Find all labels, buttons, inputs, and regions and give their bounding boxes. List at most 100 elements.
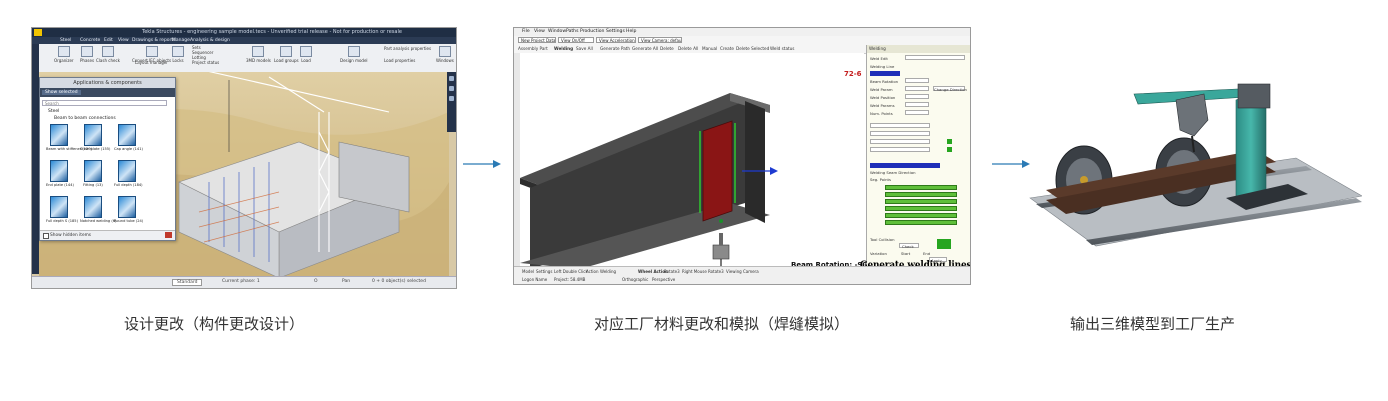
- end-label: End: [923, 251, 931, 256]
- component-thumbnail: [118, 196, 136, 218]
- tree-item-steel[interactable]: Steel: [48, 109, 59, 114]
- weld-selection-bar[interactable]: [870, 163, 940, 168]
- weld-detail-field[interactable]: [870, 147, 930, 152]
- beam-rotation-field[interactable]: [905, 78, 929, 83]
- weld-segment-row[interactable]: [885, 206, 957, 211]
- weld-params-field[interactable]: [905, 102, 929, 107]
- menu-settings[interactable]: Settings: [606, 29, 625, 34]
- show-selected-button[interactable]: Show selected: [42, 90, 81, 95]
- menu-help[interactable]: Help: [626, 29, 636, 34]
- generate-all-button[interactable]: Generate All: [632, 46, 658, 51]
- weld-segment-row[interactable]: [885, 192, 957, 197]
- logon-name-label: Logon Name: [522, 277, 548, 282]
- weld-edit-field[interactable]: [905, 55, 965, 60]
- menu-concrete[interactable]: Concrete: [80, 38, 100, 43]
- component-beam-stiffener[interactable]: Beam with stiffener (129): [46, 124, 92, 151]
- tree-item-beam-to-beam[interactable]: Beam to beam connections: [54, 116, 116, 121]
- component-end-plate[interactable]: End plate (144): [46, 160, 74, 187]
- assembly-part-button[interactable]: Assembly Part: [518, 46, 548, 51]
- catalog-close-button[interactable]: [165, 232, 172, 238]
- phases-button[interactable]: Phases: [80, 46, 94, 63]
- view-onoff-select[interactable]: View On/Off: [558, 37, 594, 43]
- menu-production[interactable]: Production: [580, 29, 604, 34]
- save-all-button[interactable]: Save All: [576, 46, 593, 51]
- component-full-depth-s[interactable]: Full depth S (185): [46, 196, 78, 223]
- orthographic-button[interactable]: Orthographic: [622, 277, 648, 282]
- component-round-tube[interactable]: Round tube (24): [114, 196, 143, 223]
- welding-button[interactable]: Welding: [554, 46, 573, 51]
- component-label: Fitting (13): [83, 183, 103, 187]
- status-green-indicator: [947, 147, 952, 152]
- locks-button[interactable]: Locks: [172, 46, 184, 63]
- component-stem-plate[interactable]: Stem plate (155): [80, 124, 110, 151]
- menu-paths[interactable]: Paths: [566, 29, 579, 34]
- project-data-select[interactable]: New Project Data: [518, 37, 556, 43]
- generate-path-button[interactable]: Generate Path: [600, 46, 630, 51]
- create-button[interactable]: Create: [720, 46, 734, 51]
- menu-edit[interactable]: Edit: [104, 38, 113, 43]
- component-full-depth[interactable]: Full depth (184): [114, 160, 143, 187]
- collision-ok-indicator: [937, 239, 951, 249]
- menu-manage[interactable]: Manage: [172, 38, 190, 43]
- tab-settings[interactable]: Settings: [536, 269, 552, 274]
- delete-button[interactable]: Delete: [660, 46, 674, 51]
- layers-icon[interactable]: [449, 86, 454, 91]
- status-standard-select[interactable]: Standard: [172, 279, 203, 286]
- weld-segment-row[interactable]: [885, 199, 957, 204]
- project-status-button[interactable]: Project status: [192, 60, 219, 65]
- beam-reference-field[interactable]: [870, 123, 930, 128]
- component-cap-angle[interactable]: Cap angle (141): [114, 124, 143, 151]
- load-properties-label: Load properties: [384, 58, 416, 63]
- properties-icon[interactable]: [449, 96, 454, 101]
- status-o: O: [314, 279, 318, 284]
- beam-rotation-prop-label: Beam Rotation: [870, 79, 899, 84]
- status-phase: Current phase: 1: [222, 279, 260, 284]
- bottom-status-bar: Model Settings Left Double Click Action …: [514, 266, 970, 284]
- 3md-models-button[interactable]: 3MD models: [246, 46, 271, 63]
- delete-selected-button[interactable]: Delete Selected: [736, 46, 769, 51]
- num-points-field[interactable]: [905, 110, 929, 115]
- menu-steel[interactable]: Steel: [60, 38, 71, 43]
- clash-check-button[interactable]: Clash check: [96, 46, 120, 63]
- show-hidden-checkbox[interactable]: [43, 233, 49, 239]
- welding-panel-header: Welding: [867, 45, 970, 53]
- menu-analysis-design[interactable]: Analysis & design: [190, 38, 230, 43]
- show-hidden-label: Show hidden items: [50, 233, 92, 238]
- perspective-button[interactable]: Perspective: [652, 277, 675, 282]
- menu-view[interactable]: View: [534, 29, 545, 34]
- layout-manager-button[interactable]: Layout manager: [135, 60, 168, 65]
- menu-window[interactable]: Window: [548, 29, 566, 34]
- beam-3d-viewport[interactable]: [520, 53, 864, 269]
- component-notched-welding[interactable]: Notched welding (6): [80, 196, 116, 223]
- weld-segment-row[interactable]: [885, 220, 957, 225]
- settings-icon[interactable]: [449, 76, 454, 81]
- tab-model[interactable]: Model: [522, 269, 534, 274]
- weld-edit-label: Weld Edit: [870, 56, 888, 61]
- load-groups-button[interactable]: Load groups: [274, 46, 299, 63]
- view-accel-select[interactable]: View Acceleration: [596, 37, 636, 43]
- catalog-search-input[interactable]: Search: [42, 100, 167, 106]
- load-properties-button[interactable]: Load properties: [384, 58, 415, 63]
- organizer-button[interactable]: Organizer: [54, 46, 74, 63]
- weld-source-field[interactable]: [870, 131, 930, 136]
- manual-button[interactable]: Manual: [702, 46, 717, 51]
- weld-param-field[interactable]: [905, 86, 929, 91]
- weld-segment-row[interactable]: [885, 213, 957, 218]
- delete-all-button[interactable]: Delete All: [678, 46, 698, 51]
- component-fitting[interactable]: Fitting (13): [80, 160, 106, 187]
- component-thumbnail: [84, 160, 102, 182]
- menu-view[interactable]: View: [118, 38, 129, 43]
- right-mouse-label: Right Mouse: [682, 269, 707, 274]
- welding-line-selected[interactable]: [870, 71, 900, 76]
- weld-status-button[interactable]: Weld status: [770, 46, 795, 51]
- menu-drawings-reports[interactable]: Drawings & reports: [132, 38, 176, 43]
- weld-position-field[interactable]: [905, 94, 929, 99]
- view-camera-select[interactable]: View Camera: default: [638, 37, 682, 43]
- windows-button[interactable]: Windows: [436, 46, 454, 63]
- weld-type-field[interactable]: [870, 139, 930, 144]
- part-analysis-properties-button[interactable]: Part analysis properties: [384, 46, 431, 51]
- design-model-button[interactable]: Design model: [340, 46, 368, 63]
- weld-segment-row[interactable]: [885, 185, 957, 190]
- menu-file[interactable]: File: [522, 29, 530, 34]
- load-button[interactable]: Load: [300, 46, 312, 63]
